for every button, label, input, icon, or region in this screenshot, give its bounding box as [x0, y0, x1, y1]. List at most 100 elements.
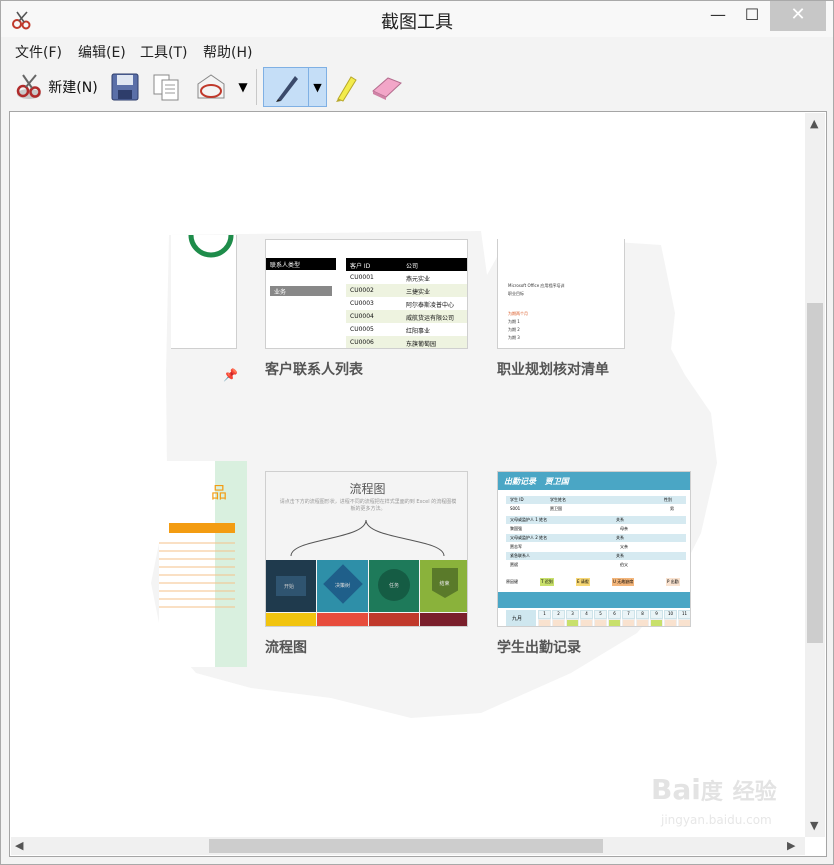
tile-label: 开始 — [276, 576, 306, 596]
save-button[interactable] — [108, 67, 142, 107]
pen-button[interactable] — [263, 67, 309, 107]
attendance-mark-cell — [636, 619, 649, 626]
cell-id: CU0004 — [350, 313, 374, 320]
attendance-row: 父母或监护人 2 姓名 关系 — [506, 534, 686, 542]
cell-id: CU0003 — [350, 300, 374, 307]
vertical-scrollbar[interactable]: ▲ ▼ — [805, 113, 825, 837]
label: 紧急联系人 — [510, 553, 530, 558]
contact-table-header: 客户 ID 公司 — [346, 258, 467, 271]
value: 贾斌 — [510, 562, 518, 567]
new-snip-button[interactable]: 新建(N) — [9, 67, 103, 107]
baidu-watermark-url: jingyan.baidu.com — [661, 813, 772, 827]
snipping-tool-window: 截图工具 — ☐ ✕ 文件(F) 编辑(E) 工具(T) 帮助(H) 新建(N) — [0, 0, 834, 865]
flowchart-tile: 决策树 — [317, 560, 368, 612]
send-dropdown-button[interactable]: ▼ — [235, 67, 251, 107]
cell-company: 威航货运有限公司 — [406, 315, 455, 322]
dropdown-icon: ▼ — [238, 80, 248, 94]
partial-template-tile[interactable] — [171, 235, 237, 349]
cell-company: 东旗葡萄园 — [406, 341, 437, 348]
pen-dropdown-button[interactable]: ▼ — [309, 67, 327, 107]
career-line1: Microsoft Office 应用程序培训 — [508, 283, 565, 288]
cell-company: 红阳事业 — [406, 328, 431, 335]
flowchart-connectors — [290, 519, 445, 557]
horizontal-scroll-thumb[interactable] — [209, 839, 603, 853]
flowchart-tile — [317, 613, 368, 626]
attendance-mark-cell — [678, 619, 690, 626]
attendance-mark-cell — [538, 619, 551, 626]
cell-id: CU0001 — [350, 274, 374, 281]
copy-icon — [153, 74, 179, 101]
flowchart-heading: 流程图 — [349, 482, 386, 496]
partial-logo-icon — [188, 235, 234, 258]
close-button[interactable]: ✕ — [770, 1, 826, 31]
attendance-thumbnail[interactable]: 出勤记录 贾卫国 学生 ID 学生姓名 性别 S001 贾卫国 男 父母或监护人… — [497, 471, 691, 627]
scroll-right-icon[interactable]: ▶ — [787, 839, 795, 852]
menu-help[interactable]: 帮助(H) — [203, 42, 252, 62]
highlighter-button[interactable] — [331, 67, 361, 107]
contact-list-title[interactable]: 客户联系人列表 — [265, 359, 363, 379]
flowchart-thumbnail[interactable]: 流程图 请点击下方的流程图形状，进程不同的流程把在样式里面的到 Excel 的流… — [265, 471, 468, 627]
cell-id: CU0006 — [350, 339, 374, 346]
flowchart-tile — [266, 613, 316, 626]
contact-list-thumbnail[interactable]: 联系人类型 业务 客户 ID 公司 CU0001 燕元实业 CU0002 三捷实业 … — [265, 239, 468, 349]
label: 学生 ID — [510, 497, 524, 502]
legend-label: 原因键 — [506, 579, 518, 584]
label: 父母或监护人 1 姓名 — [510, 517, 548, 522]
attendance-days: 1 2 3 4 5 6 7 8 9 10 11 — [538, 610, 690, 626]
legend-absent: U 无故缺席 — [612, 578, 635, 586]
attendance-day-cell: 5 — [594, 610, 607, 619]
table-row: CU0001 燕元实业 — [346, 271, 467, 284]
attendance-heading: 出勤记录 — [504, 477, 536, 486]
attendance-day-cell: 6 — [608, 610, 621, 619]
cell-company: 燕元实业 — [406, 276, 431, 283]
flowchart-desc: 请点击下方的流程图形状，进程不同的流程把在样式里面的到 Excel 的流程图模板… — [279, 499, 457, 512]
title-bar: 截图工具 — ☐ ✕ — [1, 1, 833, 37]
attendance-header: 出勤记录 贾卫国 — [498, 472, 690, 490]
pin-icon[interactable]: 📌 — [223, 368, 238, 382]
value: 贾志军 — [510, 544, 522, 549]
flowchart-title[interactable]: 流程图 — [265, 637, 307, 657]
value: 黎国强 — [510, 526, 522, 531]
eraser-button[interactable] — [369, 67, 405, 107]
snip-canvas-frame: 📌 联系人类型 业务 客户 ID 公司 CU0001 燕元实业 CU0002 三捷实… — [9, 111, 827, 857]
attendance-mark-cell — [594, 619, 607, 626]
horizontal-scrollbar[interactable]: ◀ ▶ — [11, 837, 805, 855]
eraser-icon — [372, 77, 402, 100]
scroll-up-icon[interactable]: ▲ — [810, 117, 818, 130]
attendance-month: 九月 — [506, 610, 536, 626]
menu-file[interactable]: 文件(F) — [15, 42, 62, 62]
send-snip-button[interactable] — [193, 67, 229, 107]
copy-button[interactable] — [149, 67, 183, 107]
attendance-day-cell: 8 — [636, 610, 649, 619]
attendance-title[interactable]: 学生出勤记录 — [497, 637, 581, 657]
attendance-mark-cell — [580, 619, 593, 626]
table-row: CU0004 威航货运有限公司 — [346, 310, 467, 323]
value: 母亲 — [620, 526, 628, 531]
value: 父亲 — [620, 544, 628, 549]
menu-tools[interactable]: 工具(T) — [140, 42, 187, 62]
vertical-scroll-thumb[interactable] — [807, 303, 823, 643]
scroll-left-icon[interactable]: ◀ — [15, 839, 23, 852]
attendance-row: 贾志军 父亲 — [506, 543, 686, 551]
table-row: CU0005 红阳事业 — [346, 323, 467, 336]
contact-filter-item: 业务 — [270, 286, 332, 296]
attendance-day-cell: 2 — [552, 610, 565, 619]
career-checklist-title[interactable]: 职业规划核对清单 — [497, 359, 609, 379]
career-checklist-thumbnail[interactable]: Microsoft Office 应用程序培训 职业目标 为期两个月 为期 1 … — [497, 239, 625, 349]
minimize-button[interactable]: — — [701, 1, 735, 31]
snip-canvas: 📌 联系人类型 业务 客户 ID 公司 CU0001 燕元实业 CU0002 三捷实… — [11, 113, 804, 837]
value: 贾卫国 — [550, 506, 562, 511]
cell-company: 阿尔泰斯凌普中心 — [406, 302, 455, 309]
cell-company: 三捷实业 — [406, 289, 431, 296]
value: 男 — [670, 506, 674, 511]
scroll-down-icon[interactable]: ▼ — [810, 819, 818, 832]
attendance-day-cell: 7 — [622, 610, 635, 619]
baidu-watermark-logo: Bai度 经验 — [651, 773, 777, 806]
cell-id: CU0002 — [350, 287, 374, 294]
maximize-button[interactable]: ☐ — [735, 1, 769, 31]
menu-edit[interactable]: 编辑(E) — [78, 42, 126, 62]
table-row: CU0006 东旗葡萄园 — [346, 336, 467, 348]
toolbar: 新建(N) ▼ ▼ — [1, 63, 833, 111]
label: 关系 — [616, 553, 624, 558]
partial-template-tile-2[interactable]: 品 — [159, 461, 247, 667]
